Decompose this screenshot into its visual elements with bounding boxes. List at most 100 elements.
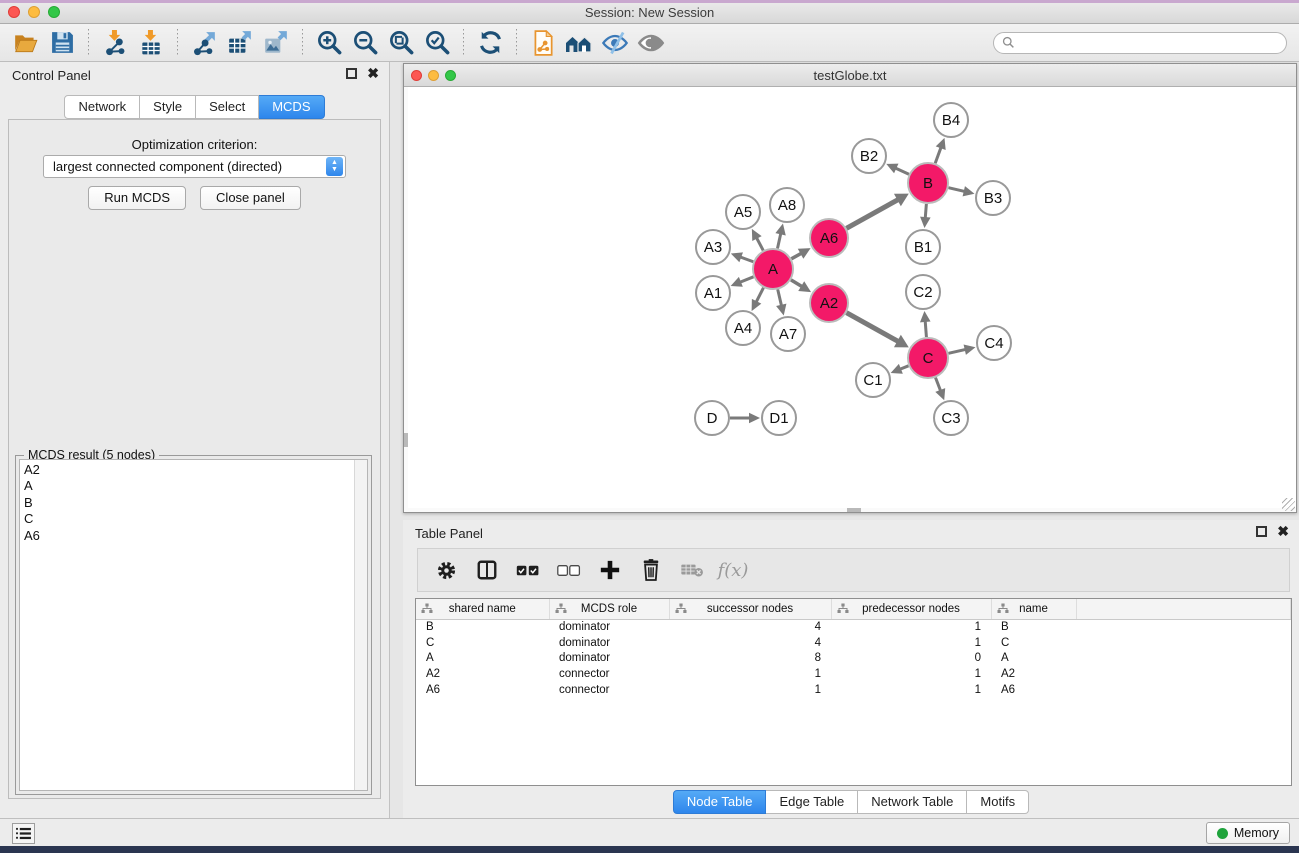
window-resize-grip[interactable] [1282,498,1295,511]
select-all-check-icon[interactable] [516,558,540,582]
cell[interactable]: connector [549,666,669,682]
open-session-icon[interactable] [11,28,41,58]
edge-B-B4[interactable] [935,146,941,163]
node-A3[interactable]: A3 [696,230,730,264]
cell[interactable]: A [991,650,1076,666]
import-network-icon[interactable] [100,28,130,58]
table-row[interactable]: Adominator80A [416,650,1291,666]
node-B1[interactable]: B1 [906,230,940,264]
edge-A-A4[interactable] [756,288,764,303]
cell[interactable]: 1 [831,682,991,698]
table-row[interactable]: A6connector11A6 [416,682,1291,698]
tab-network[interactable]: Network [64,95,140,119]
result-list-item[interactable]: A2 [24,462,351,478]
cell[interactable]: 4 [669,619,831,635]
cell[interactable]: C [416,635,549,651]
node-C3[interactable]: C3 [934,401,968,435]
node-B2[interactable]: B2 [852,139,886,173]
cell[interactable]: A [416,650,549,666]
tab-node-table[interactable]: Node Table [673,790,767,814]
import-table-icon[interactable] [136,28,166,58]
memory-button[interactable]: Memory [1206,822,1290,844]
network-vertical-scrollbar[interactable] [404,87,408,512]
close-panel-button[interactable]: Close panel [200,186,301,210]
zoom-in-icon[interactable] [314,28,344,58]
cell[interactable]: B [416,619,549,635]
node-A1[interactable]: A1 [696,276,730,310]
cell[interactable]: dominator [549,635,669,651]
cell[interactable]: A2 [991,666,1076,682]
cell[interactable]: 1 [831,666,991,682]
edge-B-B3[interactable] [948,188,965,192]
tab-style[interactable]: Style [140,95,196,119]
search-field[interactable] [993,32,1287,54]
run-mcds-button[interactable]: Run MCDS [88,186,186,210]
node-B[interactable]: B [908,163,948,203]
edge-A-A3[interactable] [739,257,753,262]
zoom-out-icon[interactable] [350,28,380,58]
edge-B-B1[interactable] [925,204,926,219]
network-canvas[interactable]: ABCA2A6A1A3A4A5A7A8B1B2B3B4C1C2C3C4DD1 [404,87,1296,512]
zoom-fit-icon[interactable] [386,28,416,58]
optimization-criterion-dropdown[interactable]: largest connected component (directed) ▲… [43,155,346,178]
cell[interactable]: connector [549,682,669,698]
export-network-icon[interactable] [189,28,219,58]
cell[interactable]: 1 [669,682,831,698]
cell[interactable]: A2 [416,666,549,682]
cell[interactable]: 1 [831,619,991,635]
float-panel-icon[interactable] [346,68,357,79]
node-A8[interactable]: A8 [770,188,804,222]
edge-A-A8[interactable] [777,232,781,248]
network-window-titlebar[interactable]: testGlobe.txt [404,64,1296,87]
tab-network-table[interactable]: Network Table [858,790,967,814]
node-C4[interactable]: C4 [977,326,1011,360]
column-header-name[interactable]: name [991,599,1076,619]
cell[interactable]: A6 [991,682,1076,698]
result-list-item[interactable]: A [24,478,351,494]
node-A5[interactable]: A5 [726,195,760,229]
node-C[interactable]: C [908,338,948,378]
delete-column-icon[interactable] [639,558,663,582]
edge-A2-C[interactable] [846,313,899,342]
edge-C-C3[interactable] [936,378,941,392]
edge-A-A1[interactable] [739,277,754,283]
result-list-item[interactable]: C [24,511,351,527]
float-table-panel-icon[interactable] [1256,526,1267,537]
cell[interactable]: 8 [669,650,831,666]
edge-A-A2[interactable] [791,280,803,287]
export-image-icon[interactable] [261,28,291,58]
table-row[interactable]: A2connector11A2 [416,666,1291,682]
new-network-file-icon[interactable] [528,28,558,58]
close-table-panel-icon[interactable]: ✖ [1277,526,1289,537]
cell[interactable]: dominator [549,619,669,635]
tab-edge-table[interactable]: Edge Table [766,790,858,814]
node-table[interactable]: shared nameMCDS rolesuccessor nodesprede… [415,598,1292,786]
cell[interactable]: C [991,635,1076,651]
node-A6[interactable]: A6 [810,219,848,257]
node-B3[interactable]: B3 [976,181,1010,215]
show-details-icon[interactable] [636,28,666,58]
cell[interactable]: B [991,619,1076,635]
column-header-successor-nodes[interactable]: successor nodes [669,599,831,619]
node-B4[interactable]: B4 [934,103,968,137]
edge-A-A5[interactable] [756,237,763,251]
cell[interactable]: dominator [549,650,669,666]
search-input[interactable] [1015,36,1278,50]
export-table-icon[interactable] [225,28,255,58]
deselect-all-icon[interactable] [557,558,581,582]
refresh-view-icon[interactable] [475,28,505,58]
network-graph[interactable]: ABCA2A6A1A3A4A5A7A8B1B2B3B4C1C2C3C4DD1 [404,87,1296,510]
edge-A-A7[interactable] [778,289,782,306]
node-C2[interactable]: C2 [906,275,940,309]
cell[interactable]: 4 [669,635,831,651]
zoom-selected-icon[interactable] [422,28,452,58]
node-D1[interactable]: D1 [762,401,796,435]
result-list-item[interactable]: B [24,495,351,511]
task-history-button[interactable] [12,823,35,844]
network-horizontal-scrollbar[interactable] [404,508,1296,512]
node-A7[interactable]: A7 [771,317,805,351]
mcds-result-list[interactable]: A2ABCA6 [19,459,368,791]
edge-C-C4[interactable] [948,349,966,353]
hide-details-icon[interactable] [600,28,630,58]
column-header-predecessor-nodes[interactable]: predecessor nodes [831,599,991,619]
